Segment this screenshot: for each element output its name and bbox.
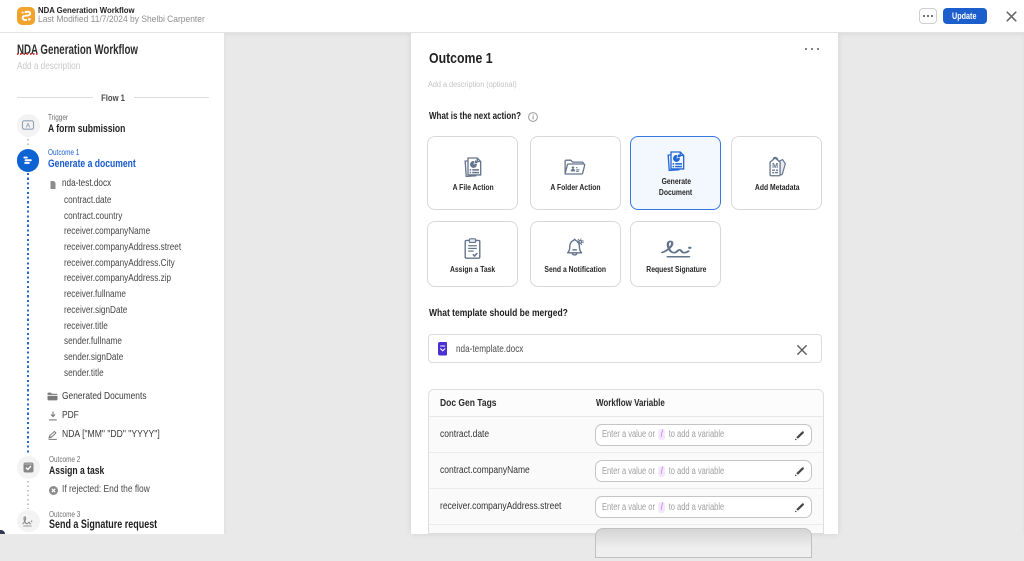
svg-text:M: M — [772, 160, 778, 169]
svg-text:A: A — [26, 123, 31, 130]
